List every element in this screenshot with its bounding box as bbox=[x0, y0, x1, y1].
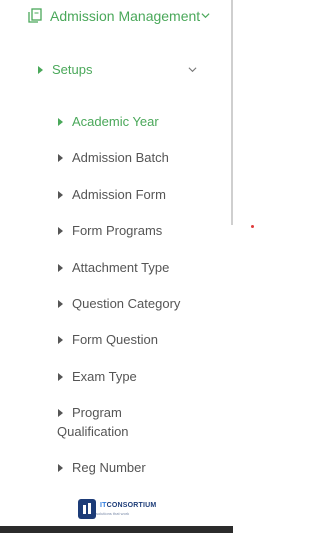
logo-consortium-text: CONSORTIUM bbox=[106, 502, 157, 509]
document-copy-icon bbox=[28, 8, 42, 23]
sidebar-item-label: Exam Type bbox=[72, 369, 137, 384]
submenu-label: Setups bbox=[52, 62, 93, 77]
caret-right-icon bbox=[58, 300, 63, 308]
module-label: Admission Management bbox=[50, 8, 201, 24]
caret-right-icon bbox=[58, 191, 63, 199]
caret-right-icon bbox=[58, 227, 63, 235]
scrollbar[interactable] bbox=[231, 0, 233, 225]
sidebar-item-label: Admission Batch bbox=[72, 150, 169, 165]
caret-right-icon bbox=[58, 464, 63, 472]
sidebar-item-label: Academic Year bbox=[72, 114, 159, 129]
caret-right-icon bbox=[58, 264, 63, 272]
caret-right-icon bbox=[58, 373, 63, 381]
caret-right-icon bbox=[58, 336, 63, 344]
sidebar-item-label: Qualification bbox=[57, 424, 129, 439]
logo-wordmark: ITCONSORTIUM solutions that work bbox=[96, 502, 156, 516]
brand-logo: ITCONSORTIUM solutions that work bbox=[78, 499, 156, 519]
caret-right-icon bbox=[58, 118, 63, 126]
caret-right-icon bbox=[58, 409, 63, 417]
sidebar-item-label: Admission Form bbox=[72, 187, 166, 202]
chevron-down-icon bbox=[188, 67, 197, 73]
sidebar-item-label: Attachment Type bbox=[72, 260, 170, 275]
sidebar-item-label: Form Programs bbox=[72, 223, 163, 238]
logo-it-text: IT bbox=[100, 502, 107, 509]
chevron-down-icon bbox=[201, 13, 210, 19]
caret-right-icon bbox=[38, 66, 43, 74]
logo-mark-icon bbox=[78, 499, 96, 519]
indicator-dot bbox=[251, 225, 254, 228]
sidebar-item-label: Program bbox=[72, 405, 122, 420]
sidebar-nav: Admission Management Setups Academic Yea… bbox=[0, 0, 233, 533]
bottom-bar bbox=[0, 526, 233, 533]
caret-right-icon bbox=[58, 154, 63, 162]
logo-tagline: solutions that work bbox=[96, 511, 130, 516]
sidebar-item-label: Question Category bbox=[72, 296, 181, 311]
sidebar-item-label: Form Question bbox=[72, 332, 158, 347]
sidebar-item-label: Reg Number bbox=[72, 460, 146, 475]
